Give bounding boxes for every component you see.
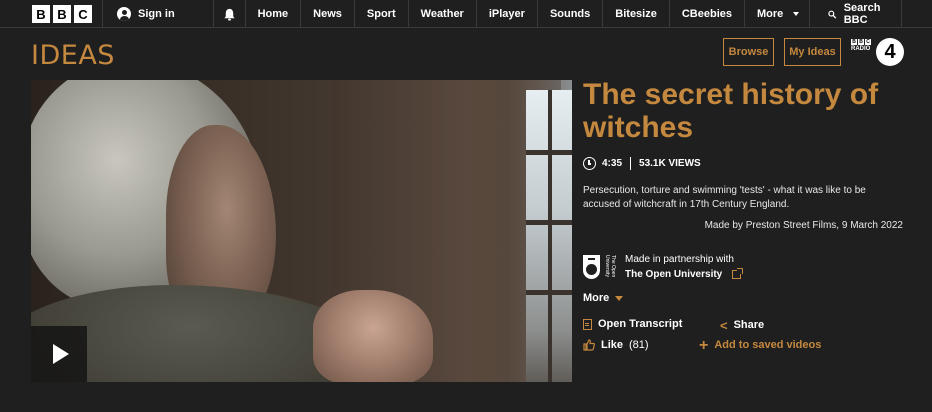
- open-transcript-label: Open Transcript: [598, 318, 683, 330]
- user-icon: [117, 7, 131, 21]
- video-player[interactable]: [31, 80, 572, 382]
- nav-bitesize[interactable]: Bitesize: [602, 0, 669, 28]
- nav-home[interactable]: Home: [244, 0, 301, 28]
- search-icon: [828, 10, 837, 18]
- bbc-top-nav: B B C Sign in Home News Sport Weather iP…: [0, 0, 932, 28]
- like-button[interactable]: Like (81): [583, 339, 649, 351]
- thumbs-up-icon: [583, 339, 595, 351]
- nav-news[interactable]: News: [300, 0, 354, 28]
- partner-name: The Open University: [625, 269, 723, 280]
- notifications-button[interactable]: [213, 0, 244, 28]
- bbc-radio-4-logo[interactable]: B B C RADIO 4: [851, 38, 905, 66]
- bbc-logo-letter: C: [74, 5, 92, 23]
- sign-in-link[interactable]: Sign in: [102, 0, 213, 28]
- made-by-credit: Made by Preston Street Films, 9 March 20…: [704, 220, 903, 231]
- sign-in-label: Sign in: [138, 8, 175, 20]
- open-transcript-button[interactable]: Open Transcript: [583, 318, 682, 330]
- share-label: Share: [733, 319, 765, 331]
- video-still-hands: [313, 290, 433, 382]
- external-link-icon: [732, 268, 744, 279]
- my-ideas-button[interactable]: My Ideas: [784, 38, 841, 66]
- browse-button[interactable]: Browse: [723, 38, 774, 66]
- bbc-logo[interactable]: B B C: [0, 0, 102, 28]
- video-description: Persecution, torture and swimming 'tests…: [583, 185, 866, 210]
- open-university-vertical-text: The Open University: [604, 255, 616, 278]
- share-icon: <: [720, 317, 728, 333]
- radio-4-badge: 4: [876, 38, 904, 66]
- video-title: The secret history of witches: [583, 78, 879, 144]
- plus-icon: +: [699, 336, 709, 354]
- nav-weather[interactable]: Weather: [407, 0, 476, 28]
- partner-link[interactable]: The Open University: [625, 267, 744, 282]
- nav-cbeebies[interactable]: CBeebies: [668, 0, 744, 28]
- ideas-logo[interactable]: IDEAS: [31, 40, 115, 71]
- video-meta: 4:35 53.1K VIEWS: [583, 157, 701, 170]
- partner-label: Made in partnership with: [625, 254, 734, 265]
- document-icon: [583, 318, 592, 330]
- video-duration: 4:35: [602, 158, 623, 169]
- chevron-down-icon: [793, 12, 800, 16]
- search-bbc-button[interactable]: Search BBC: [809, 0, 902, 28]
- partner-block: The Open University Made in partnership …: [583, 252, 744, 282]
- more-toggle-label: More: [583, 292, 610, 304]
- bbc-radio-mini-logo: B B C RADIO: [851, 39, 871, 52]
- chevron-down-icon: [615, 295, 624, 301]
- like-count: (81): [629, 339, 649, 351]
- bell-icon: [224, 8, 235, 21]
- add-to-saved-videos-button[interactable]: + Add to saved videos: [699, 336, 822, 354]
- add-to-saved-label: Add to saved videos: [714, 339, 822, 351]
- share-button[interactable]: < Share: [720, 317, 765, 333]
- nav-more-label: More: [757, 8, 784, 20]
- search-label: Search BBC: [843, 2, 881, 26]
- more-toggle-button[interactable]: More: [583, 292, 624, 304]
- bbc-logo-letter: B: [32, 5, 50, 23]
- like-label: Like: [601, 339, 624, 351]
- nav-iplayer[interactable]: iPlayer: [475, 0, 537, 28]
- nav-sport[interactable]: Sport: [353, 0, 408, 28]
- bbc-logo-letter: B: [53, 5, 71, 23]
- clock-icon: [583, 157, 596, 170]
- open-university-logo-icon: [583, 255, 600, 279]
- play-button[interactable]: [31, 326, 87, 382]
- meta-divider: [630, 157, 632, 170]
- video-still-window: [526, 90, 572, 382]
- video-views: 53.1K VIEWS: [639, 158, 701, 169]
- nav-sounds[interactable]: Sounds: [536, 0, 602, 28]
- nav-more-button[interactable]: More: [744, 0, 809, 28]
